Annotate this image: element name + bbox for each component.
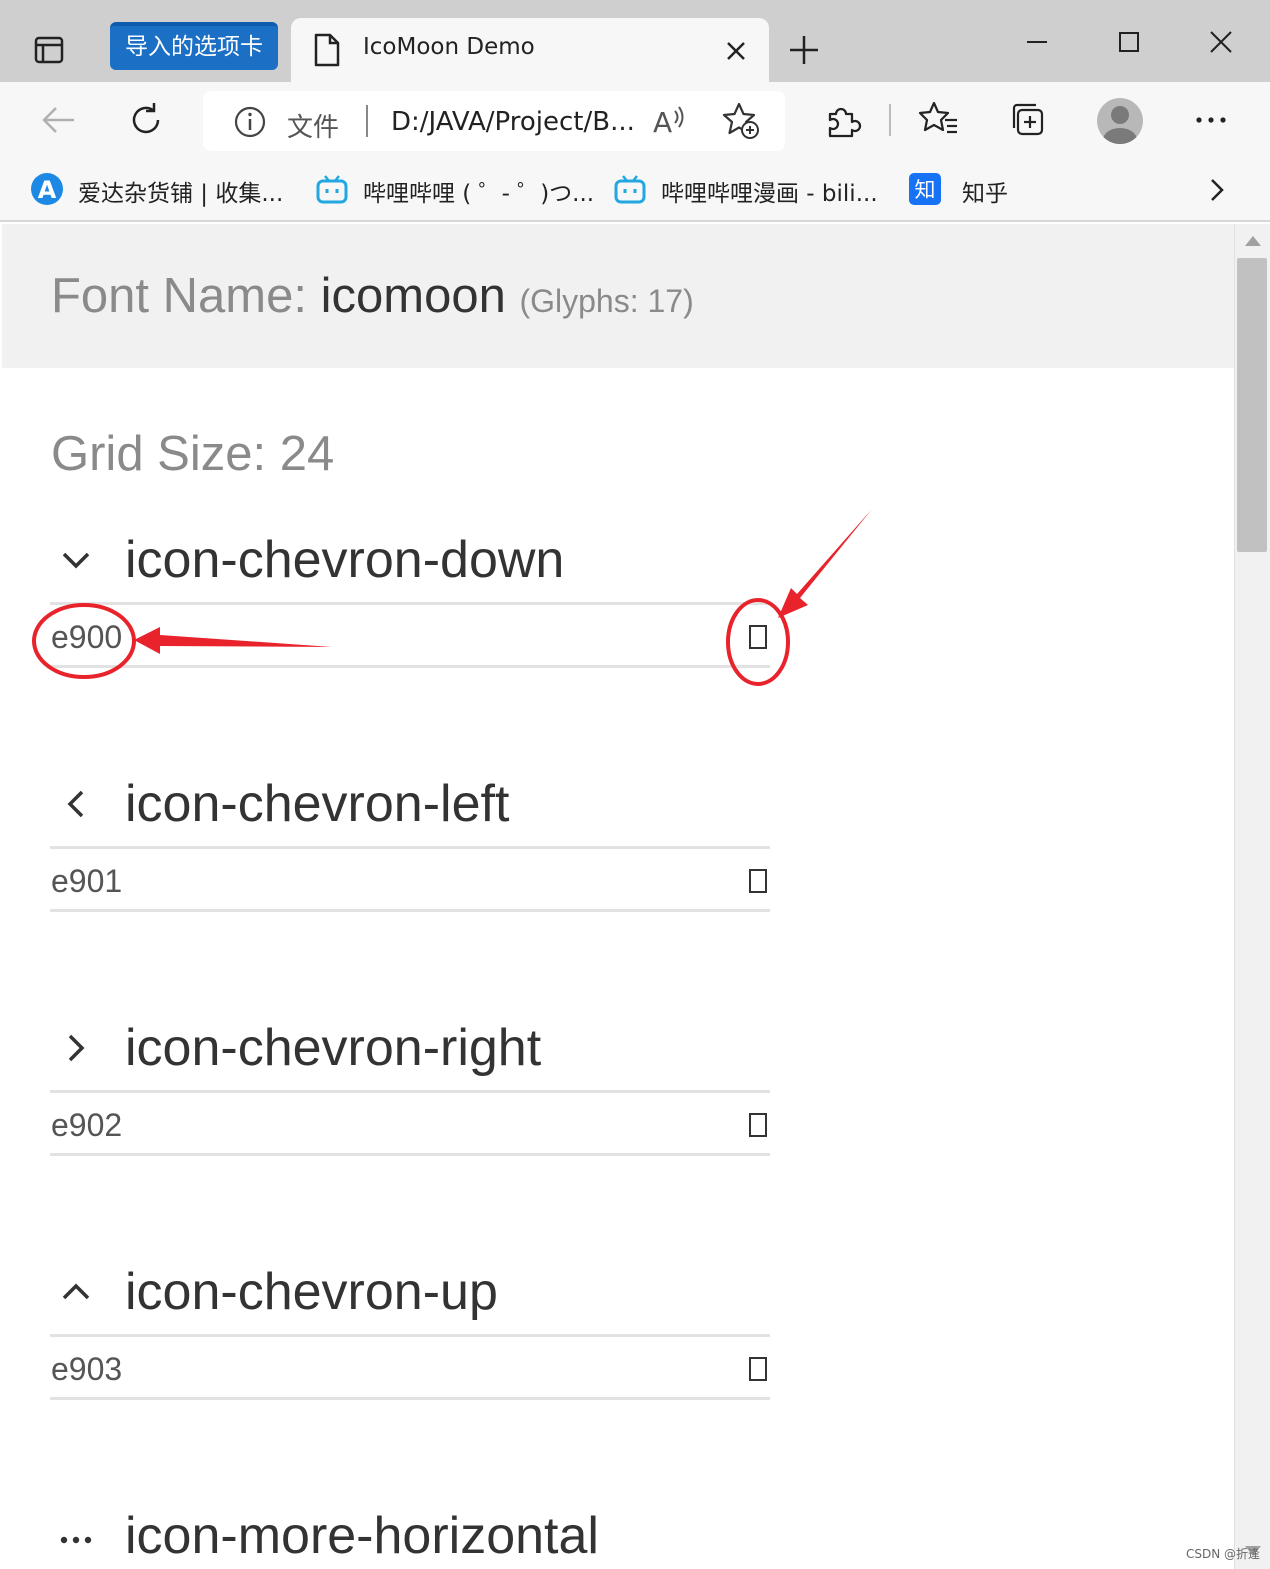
chevron-right-icon — [68, 1034, 85, 1062]
font-name-label: Font Name: — [51, 269, 307, 323]
glyph-count: (Glyphs: 17) — [519, 283, 694, 319]
bookmark-label: 知乎 — [962, 181, 1008, 207]
address-bar[interactable]: 文件 D:/JAVA/Project/B... A — [203, 91, 785, 151]
collections-icon[interactable] — [1006, 98, 1050, 142]
vertical-scrollbar[interactable] — [1234, 224, 1270, 1569]
glyph-char-box[interactable] — [749, 625, 767, 649]
bookmark-item[interactable]: 哔哩哔哩漫画 - bili... — [613, 170, 893, 210]
more-horizontal-icon — [60, 1536, 92, 1544]
bookmark-label: 哔哩哔哩 ( ゜- ゜)つ... — [363, 181, 595, 207]
bookmark-item[interactable]: 哔哩哔哩 ( ゜- ゜)つ... — [315, 170, 595, 210]
page-icon — [314, 33, 340, 67]
add-favorite-icon[interactable] — [721, 101, 761, 141]
font-name-heading: Font Name: icomoon (Glyphs: 17) — [51, 268, 694, 324]
zhihu-icon: 知 — [909, 173, 941, 205]
glyph-name: icon-chevron-left — [125, 775, 510, 833]
tab-title: IcoMoon Demo — [363, 34, 535, 60]
glyph-char-box[interactable] — [749, 869, 767, 893]
back-icon[interactable] — [36, 98, 80, 142]
glyph-code[interactable]: e903 — [51, 1351, 122, 1388]
font-name-value: icomoon — [320, 269, 506, 323]
page-header: Font Name: icomoon (Glyphs: 17) — [2, 224, 1234, 368]
glyph-char-box[interactable] — [749, 1113, 767, 1137]
glyph-code-row: e902 — [50, 1090, 770, 1156]
glyph-code-row: e903 — [50, 1334, 770, 1400]
glyph-code-row: e900 — [50, 602, 770, 668]
tab-bar: 导入的选项卡 IcoMoon Demo — [0, 0, 1270, 82]
bilibili-icon — [316, 175, 348, 204]
a-logo-icon: A — [31, 173, 63, 205]
extensions-icon[interactable] — [820, 98, 864, 142]
close-icon[interactable] — [721, 36, 751, 66]
glyph-code[interactable]: e900 — [51, 619, 122, 656]
chevron-up-icon — [62, 1283, 90, 1300]
watermark: CSDN @折逢 — [1186, 1547, 1261, 1561]
bookmark-label: 爱达杂货铺 | 收集... — [78, 181, 284, 207]
chevron-down-icon — [62, 552, 90, 569]
maximize-icon[interactable] — [1109, 24, 1149, 64]
bookmark-item[interactable]: 知 知乎 — [908, 170, 1038, 210]
profile-avatar[interactable] — [1097, 98, 1143, 144]
address-url[interactable]: D:/JAVA/Project/B... — [391, 107, 635, 137]
toolbar-divider — [889, 104, 891, 136]
more-menu-icon[interactable] — [1189, 98, 1233, 142]
refresh-icon[interactable] — [124, 98, 168, 142]
glyph-code[interactable]: e902 — [51, 1107, 122, 1144]
address-separator — [366, 105, 368, 137]
annotation-arrow-glyph — [778, 509, 872, 618]
browser-toolbar: 文件 D:/JAVA/Project/B... A — [0, 82, 1270, 158]
glyph-name: icon-more-horizontal — [125, 1507, 599, 1565]
new-tab-icon[interactable] — [784, 30, 824, 70]
glyph-name: icon-chevron-down — [125, 531, 565, 589]
svg-text:A: A — [653, 106, 672, 139]
chevron-right-icon[interactable] — [1200, 170, 1234, 210]
imported-tabs-group[interactable]: 导入的选项卡 — [110, 22, 278, 70]
glyph-code[interactable]: e901 — [51, 863, 122, 900]
glyph-name: icon-chevron-up — [125, 1263, 498, 1321]
favorites-icon[interactable] — [917, 98, 961, 142]
zhihu-icon-text: 知 — [915, 178, 936, 202]
minimize-icon[interactable] — [1017, 24, 1057, 64]
page-viewport: Font Name: icomoon (Glyphs: 17) Grid Siz… — [2, 224, 1234, 1569]
glyph-char-box[interactable] — [749, 1357, 767, 1381]
glyph-name: icon-chevron-right — [125, 1019, 542, 1077]
svg-text:A: A — [38, 176, 57, 204]
address-scheme-label: 文件 — [287, 113, 340, 143]
bilibili-icon — [614, 175, 646, 204]
bookmark-label: 哔哩哔哩漫画 - bili... — [661, 181, 878, 207]
glyph-code-row: e901 — [50, 846, 770, 912]
info-icon[interactable] — [233, 105, 267, 139]
chevron-left-icon — [67, 790, 84, 818]
bookmarks-bar: A 爱达杂货铺 | 收集... 哔哩哔哩 ( ゜- ゜)つ... 哔哩哔哩漫画 … — [0, 158, 1270, 222]
bookmark-item[interactable]: A 爱达杂货铺 | 收集... — [30, 170, 300, 210]
read-aloud-icon[interactable]: A — [651, 103, 687, 139]
tab-icomoon-demo[interactable]: IcoMoon Demo — [291, 18, 769, 82]
scroll-thumb[interactable] — [1237, 258, 1267, 552]
tab-actions-icon[interactable] — [28, 30, 72, 70]
window-close-icon[interactable] — [1201, 24, 1241, 64]
grid-size-heading: Grid Size: 24 — [51, 427, 335, 481]
scroll-up-icon[interactable] — [1243, 234, 1263, 248]
